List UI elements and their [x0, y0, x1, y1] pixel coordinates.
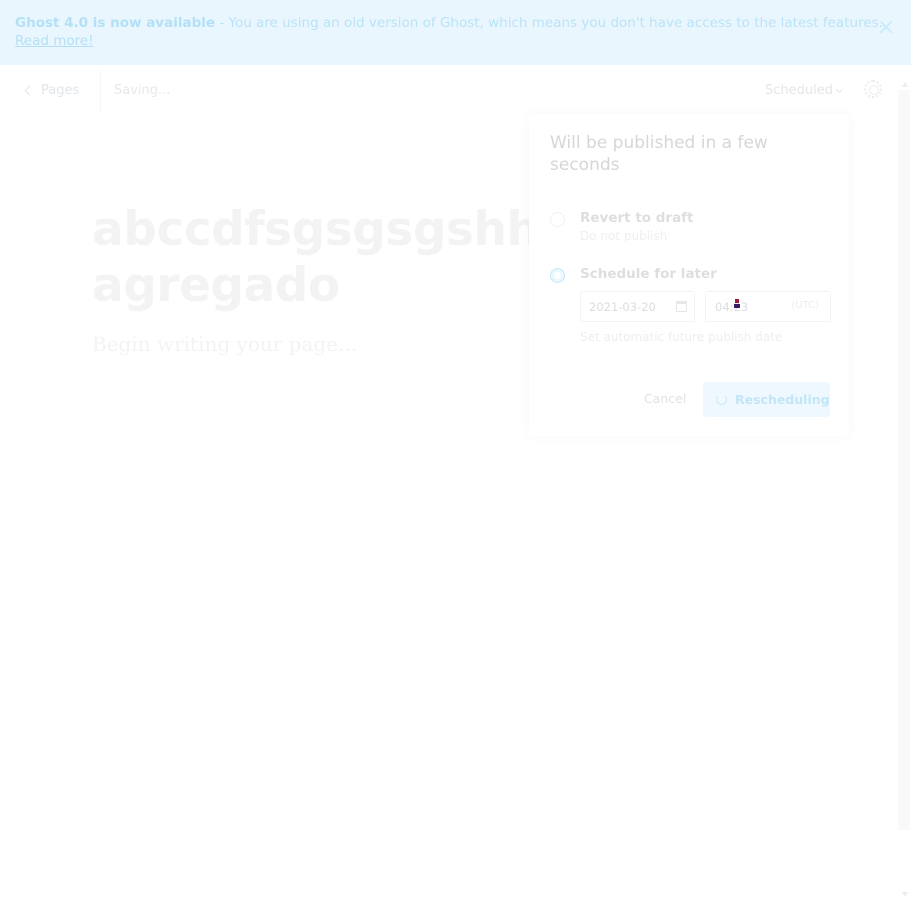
read-more-link[interactable]: Read more!: [15, 33, 94, 49]
editor-topbar: Pages Saving... Scheduled: [0, 65, 897, 115]
revert-radio[interactable]: [550, 212, 565, 227]
spinner-icon: [716, 394, 727, 405]
chevron-down-icon: [835, 85, 844, 93]
publish-time-input[interactable]: 04:23 (UTC): [705, 291, 831, 322]
saving-status: Saving...: [114, 83, 171, 98]
chevron-left-icon: [24, 85, 35, 95]
close-icon[interactable]: [879, 20, 893, 34]
publish-date-input[interactable]: 2021-03-20: [580, 291, 695, 322]
calendar-icon[interactable]: [676, 301, 687, 312]
update-banner: Ghost 4.0 is now available - You are usi…: [0, 0, 911, 65]
time-value: 04:23: [715, 300, 749, 314]
rescheduling-label: Rescheduling: [735, 392, 830, 407]
title-line-2: agregado: [92, 258, 340, 313]
banner-headline: Ghost 4.0 is now available: [15, 15, 216, 31]
mouse-cursor-icon: [734, 299, 740, 309]
date-value: 2021-03-20: [589, 300, 656, 314]
schedule-help-text: Set automatic future publish date: [580, 330, 783, 344]
cancel-button[interactable]: Cancel: [644, 391, 686, 406]
scroll-down-arrow-icon[interactable]: [902, 892, 908, 897]
back-label: Pages: [41, 82, 80, 98]
back-to-pages-button[interactable]: Pages: [18, 75, 87, 105]
rescheduling-button[interactable]: Rescheduling: [703, 382, 830, 417]
popover-title: Will be published in a few seconds: [550, 133, 768, 175]
revert-label: Revert to draft: [580, 210, 694, 226]
revert-sublabel: Do not publish: [580, 229, 668, 243]
scroll-up-arrow-icon[interactable]: [902, 82, 908, 87]
banner-message: - You are using an old version of Ghost,…: [215, 15, 883, 31]
schedule-label: Schedule for later: [580, 266, 717, 282]
status-label: Scheduled: [765, 83, 833, 98]
settings-gear-icon[interactable]: [864, 80, 882, 98]
topbar-divider: [100, 70, 101, 112]
title-line-1: abcсdfsgsgsgshhh...: [92, 202, 532, 257]
schedule-radio[interactable]: [550, 268, 565, 283]
timezone-label: (UTC): [791, 300, 819, 311]
body-placeholder[interactable]: Begin writing your page...: [92, 332, 357, 356]
page-title[interactable]: abcсdfsgsgsgshhh... agregado: [92, 202, 532, 314]
publish-status-dropdown[interactable]: Scheduled: [765, 83, 844, 98]
schedule-popover: Will be published in a few seconds Rever…: [529, 114, 849, 436]
scrollbar-thumb[interactable]: [898, 90, 910, 830]
